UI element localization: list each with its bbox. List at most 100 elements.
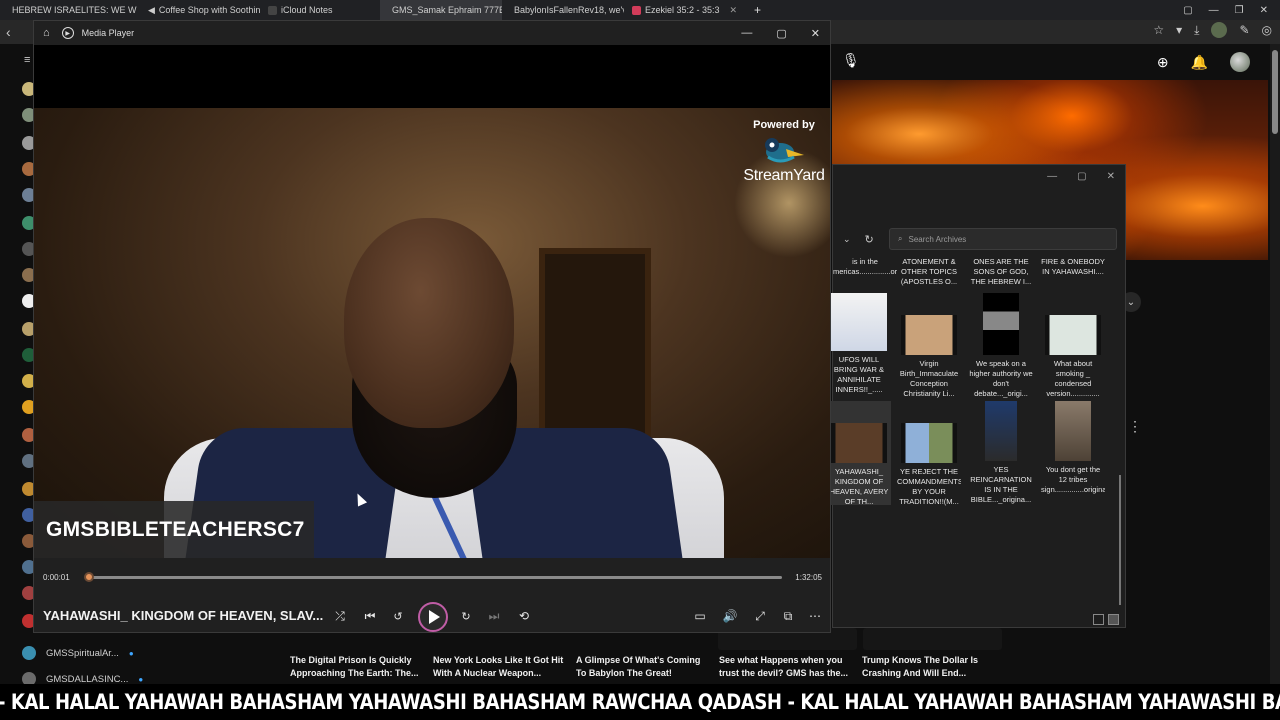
fullscreen-icon[interactable]: ⤢	[750, 602, 770, 630]
screen: HEBREW ISRAELITES: WE W ✕ ◀ Coffee Shop …	[0, 0, 1280, 720]
browser-tab[interactable]: iCloud Notes	[260, 0, 380, 20]
avatar[interactable]	[1230, 52, 1250, 72]
mini-player-icon[interactable]: ⧉	[778, 602, 798, 630]
file-item[interactable]: ONES ARE THE SONS OF GOD, THE HEBREW I..…	[969, 257, 1033, 287]
skip-back-10-icon[interactable]: ↺	[388, 602, 408, 630]
browser-tab[interactable]: HEBREW ISRAELITES: WE W ✕	[0, 0, 140, 20]
play-button[interactable]	[418, 602, 448, 632]
file-item[interactable]: is in the mericas...............original…	[833, 257, 897, 277]
channel-item[interactable]: GMSSpiritualAr... ●	[22, 640, 282, 666]
file-item[interactable]: You dont get the 12 tribes sign.........…	[1041, 401, 1105, 495]
current-time: 0:00:01	[43, 573, 70, 582]
lower-third-banner: GMSBIBLETEACHERSC7	[34, 501, 314, 558]
volume-icon[interactable]: 🔊	[720, 602, 740, 630]
seek-bar[interactable]	[84, 572, 782, 582]
close-icon[interactable]: ✕	[1107, 171, 1115, 182]
details-view-icon[interactable]	[1093, 614, 1104, 625]
seek-handle[interactable]	[84, 572, 94, 582]
back-icon[interactable]: ‹	[6, 24, 11, 40]
bookmark-icon[interactable]: ☆	[1153, 23, 1164, 37]
browser-tab[interactable]: GMS_Samak Ephraim 777B	[380, 0, 502, 20]
total-time: 1:32:05	[795, 573, 822, 582]
file-item[interactable]: YES REINCARNATION IS IN THE BIBLE..._ori…	[969, 401, 1033, 505]
file-item[interactable]: What about smoking _ condensed version..…	[1041, 293, 1105, 399]
captions-icon[interactable]: ▭	[690, 602, 710, 630]
search-icon: ⌕	[898, 234, 903, 243]
file-label: YAHAWASHI_ KINGDOM OF HEAVEN, AVERY OF T…	[829, 467, 889, 505]
chevron-down-icon[interactable]: ⌄	[843, 234, 851, 245]
youtube-sidebar: ≡	[0, 44, 36, 684]
video-title-link[interactable]: Trump Knows The Dollar Is Crashing And W…	[862, 654, 1005, 682]
maximize-icon[interactable]: ❐	[1235, 5, 1244, 16]
file-item[interactable]: YE REJECT THE COMMANDMENTS BY YOUR TRADI…	[897, 401, 961, 507]
video-title-link[interactable]: New York Looks Like It Got Hit With A Nu…	[433, 654, 576, 682]
video-title-link[interactable]: See what Happens when you trust the devi…	[719, 654, 862, 682]
tab-label: iCloud Notes	[281, 5, 333, 15]
new-tab-button[interactable]: +	[746, 0, 776, 20]
file-label: You dont get the 12 tribes sign.........…	[1041, 465, 1105, 494]
tab-search-icon[interactable]: ▢	[1183, 5, 1192, 16]
file-item[interactable]: We speak on a higher authority we don't …	[969, 293, 1033, 399]
browser-window-controls: ▢ — ❐ ✕	[1183, 0, 1280, 20]
speaker-icon: ◀	[148, 4, 155, 15]
menu-icon[interactable]: ≡	[24, 54, 30, 66]
file-thumbnail	[983, 293, 1019, 355]
previous-icon[interactable]: ⏮	[360, 602, 380, 630]
file-item[interactable]: FIRE & ONEBODY IN YAHAWASHI....	[1041, 257, 1105, 277]
file-item[interactable]: YAHAWASHI_ KINGDOM OF HEAVEN, AVERY OF T…	[827, 401, 891, 505]
app-title: Media Player	[81, 28, 135, 38]
file-item[interactable]: UFOS WILL BRING WAR & ANNIHILATE INNERS!…	[827, 293, 891, 395]
profile-avatar[interactable]	[1211, 22, 1228, 38]
maximize-icon[interactable]: ▢	[776, 27, 786, 40]
ticker-text: - KAL HALAL YAHAWAH BAHASHAM YAHAWASHI B…	[0, 690, 1280, 714]
next-icon[interactable]: ⏭	[484, 602, 504, 630]
file-label: YES REINCARNATION IS IN THE BIBLE..._ori…	[970, 465, 1032, 504]
more-options-icon[interactable]: ⋮	[1128, 418, 1142, 435]
minimize-icon[interactable]: —	[1047, 171, 1057, 182]
notifications-icon[interactable]: 🔔	[1191, 54, 1208, 71]
refresh-icon[interactable]: ↻	[865, 233, 874, 246]
video-title-link[interactable]: A Glimpse Of What's Coming To Babylon Th…	[576, 654, 719, 682]
channel-name: GMSSpiritualAr...	[46, 647, 119, 659]
page-scrollbar[interactable]	[1270, 44, 1280, 684]
chevron-down-icon[interactable]: ▾	[1176, 23, 1182, 37]
download-icon[interactable]: ⤓	[1194, 23, 1199, 38]
scrolling-ticker: - KAL HALAL YAHAWAH BAHASHAM YAHAWASHI B…	[0, 684, 1280, 720]
microphone-icon[interactable]: 🎙	[842, 52, 860, 70]
explorer-scrollbar[interactable]	[1119, 475, 1121, 605]
search-input[interactable]: ⌕ Search Archives	[889, 228, 1117, 250]
close-icon[interactable]: ✕	[1260, 5, 1268, 16]
create-icon[interactable]: ⊕	[1157, 54, 1169, 71]
file-thumbnail	[831, 423, 887, 463]
home-icon[interactable]: ⌂	[43, 27, 50, 39]
extensions-icon[interactable]: ✎	[1239, 23, 1249, 37]
browser-tab[interactable]: Ezekiel 35:2 - 35:3 ✕	[624, 0, 746, 20]
browser-tab[interactable]: ◀ Coffee Shop with Soothing	[140, 0, 260, 20]
icloud-icon	[268, 5, 277, 15]
repeat-off-icon[interactable]: ⟲	[514, 602, 534, 630]
minimize-icon[interactable]: —	[1209, 5, 1219, 16]
browser-tab[interactable]: BabylonIsFallenRev18, we'v	[502, 0, 624, 20]
minimize-icon[interactable]: —	[741, 27, 752, 39]
shuffle-icon[interactable]: ⤮	[330, 602, 350, 630]
maximize-icon[interactable]: ▢	[1077, 171, 1086, 182]
media-player-app-icon: ▶	[61, 27, 74, 39]
youtube-video-row: The Digital Prison Is Quickly Approachin…	[290, 654, 1005, 682]
file-label: UFOS WILL BRING WAR & ANNIHILATE INNERS!…	[833, 355, 885, 394]
file-item[interactable]: ATONEMENT & OTHER TOPICS (APOSTLES O...	[897, 257, 961, 287]
skip-forward-30-icon[interactable]: ↻	[456, 602, 476, 630]
lower-third-name: GMSBIBLETEACHERSC7	[46, 517, 305, 541]
tab-label: HEBREW ISRAELITES: WE W	[12, 5, 137, 15]
file-label: YE REJECT THE COMMANDMENTS BY YOUR TRADI…	[897, 467, 961, 506]
file-item[interactable]: Virgin Birth_Immaculate Conception Chris…	[897, 293, 961, 399]
tiles-view-icon[interactable]	[1108, 614, 1119, 625]
video-frame[interactable]: Powered by StreamYard GMSBIBLETEACHERSC7	[34, 45, 830, 558]
file-thumbnail	[831, 293, 887, 351]
close-icon[interactable]: ✕	[730, 5, 738, 16]
video-title-link[interactable]: The Digital Prison Is Quickly Approachin…	[290, 654, 433, 682]
account-icon[interactable]: ◎	[1262, 23, 1272, 37]
more-options-icon[interactable]: ⋯	[806, 602, 824, 630]
speaker-head	[344, 218, 514, 428]
close-icon[interactable]: ✕	[811, 27, 820, 40]
scrollbar-thumb[interactable]	[1272, 50, 1278, 134]
